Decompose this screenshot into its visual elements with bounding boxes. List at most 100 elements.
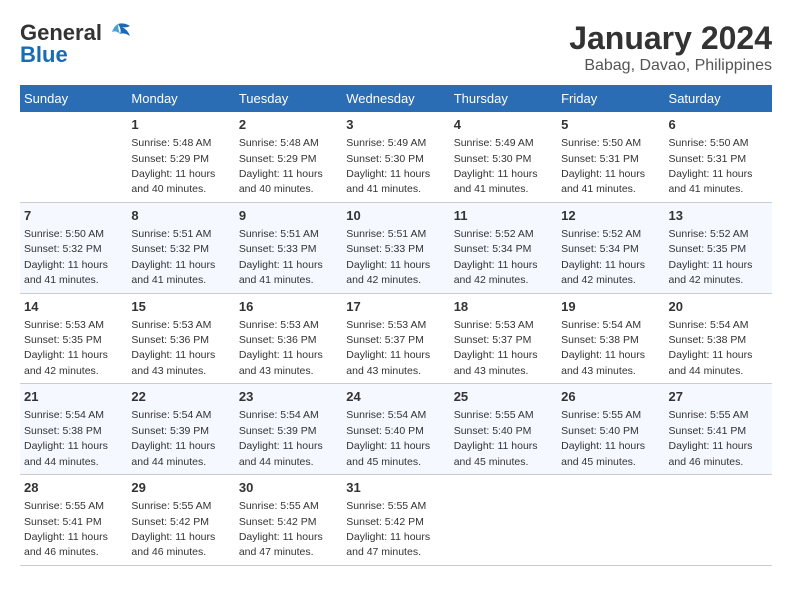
day-header-tuesday: Tuesday [235,85,342,112]
sunrise-info: Sunrise: 5:52 AMSunset: 5:35 PMDaylight:… [669,228,753,286]
calendar-cell: 29 Sunrise: 5:55 AMSunset: 5:42 PMDayligh… [127,475,234,566]
sunrise-info: Sunrise: 5:51 AMSunset: 5:33 PMDaylight:… [346,228,430,286]
sunrise-info: Sunrise: 5:55 AMSunset: 5:40 PMDaylight:… [454,409,538,467]
day-number: 4 [454,116,553,134]
logo-blue: Blue [20,42,68,68]
day-number: 2 [239,116,338,134]
sunrise-info: Sunrise: 5:54 AMSunset: 5:38 PMDaylight:… [24,409,108,467]
day-header-sunday: Sunday [20,85,127,112]
day-header-monday: Monday [127,85,234,112]
calendar-subtitle: Babag, Davao, Philippines [569,57,772,75]
sunrise-info: Sunrise: 5:54 AMSunset: 5:39 PMDaylight:… [239,409,323,467]
day-number: 25 [454,388,553,406]
sunrise-info: Sunrise: 5:54 AMSunset: 5:40 PMDaylight:… [346,409,430,467]
sunrise-info: Sunrise: 5:53 AMSunset: 5:36 PMDaylight:… [131,319,215,377]
day-header-thursday: Thursday [450,85,557,112]
day-number: 18 [454,298,553,316]
day-number: 30 [239,479,338,497]
sunrise-info: Sunrise: 5:50 AMSunset: 5:31 PMDaylight:… [669,137,753,195]
calendar-cell: 7 Sunrise: 5:50 AMSunset: 5:32 PMDaylight… [20,202,127,293]
day-number: 12 [561,207,660,225]
calendar-cell [450,475,557,566]
calendar-cell: 27 Sunrise: 5:55 AMSunset: 5:41 PMDayligh… [665,384,772,475]
day-number: 5 [561,116,660,134]
day-number: 3 [346,116,445,134]
sunrise-info: Sunrise: 5:50 AMSunset: 5:31 PMDaylight:… [561,137,645,195]
day-number: 23 [239,388,338,406]
title-block: January 2024 Babag, Davao, Philippines [569,20,772,75]
day-number: 26 [561,388,660,406]
sunrise-info: Sunrise: 5:48 AMSunset: 5:29 PMDaylight:… [239,137,323,195]
sunrise-info: Sunrise: 5:50 AMSunset: 5:32 PMDaylight:… [24,228,108,286]
day-number: 9 [239,207,338,225]
calendar-cell: 10 Sunrise: 5:51 AMSunset: 5:33 PMDayligh… [342,202,449,293]
sunrise-info: Sunrise: 5:55 AMSunset: 5:42 PMDaylight:… [239,500,323,558]
sunrise-info: Sunrise: 5:48 AMSunset: 5:29 PMDaylight:… [131,137,215,195]
calendar-cell [665,475,772,566]
calendar-cell: 18 Sunrise: 5:53 AMSunset: 5:37 PMDayligh… [450,293,557,384]
sunrise-info: Sunrise: 5:53 AMSunset: 5:37 PMDaylight:… [454,319,538,377]
calendar-cell: 25 Sunrise: 5:55 AMSunset: 5:40 PMDayligh… [450,384,557,475]
day-number: 1 [131,116,230,134]
calendar-cell: 9 Sunrise: 5:51 AMSunset: 5:33 PMDaylight… [235,202,342,293]
day-number: 19 [561,298,660,316]
calendar-cell: 8Sunrise: 5:51 AMSunset: 5:32 PMDaylight… [127,202,234,293]
day-number: 14 [24,298,123,316]
logo-bird-icon [104,22,132,44]
calendar-cell: 28 Sunrise: 5:55 AMSunset: 5:41 PMDayligh… [20,475,127,566]
calendar-cell: 17Sunrise: 5:53 AMSunset: 5:37 PMDayligh… [342,293,449,384]
calendar-cell: 21 Sunrise: 5:54 AMSunset: 5:38 PMDayligh… [20,384,127,475]
week-row-3: 14 Sunrise: 5:53 AMSunset: 5:35 PMDayligh… [20,293,772,384]
day-number: 28 [24,479,123,497]
day-number: 7 [24,207,123,225]
calendar-cell: 20Sunrise: 5:54 AMSunset: 5:38 PMDayligh… [665,293,772,384]
week-row-1: 1 Sunrise: 5:48 AMSunset: 5:29 PMDaylight… [20,112,772,202]
days-header-row: SundayMondayTuesdayWednesdayThursdayFrid… [20,85,772,112]
sunrise-info: Sunrise: 5:55 AMSunset: 5:42 PMDaylight:… [131,500,215,558]
calendar-cell: 19 Sunrise: 5:54 AMSunset: 5:38 PMDayligh… [557,293,664,384]
calendar-cell [20,112,127,202]
calendar-cell: 3Sunrise: 5:49 AMSunset: 5:30 PMDaylight… [342,112,449,202]
sunrise-info: Sunrise: 5:53 AMSunset: 5:36 PMDaylight:… [239,319,323,377]
sunrise-info: Sunrise: 5:54 AMSunset: 5:38 PMDaylight:… [561,319,645,377]
calendar-cell: 31Sunrise: 5:55 AMSunset: 5:42 PMDayligh… [342,475,449,566]
logo: General Blue [20,20,132,68]
sunrise-info: Sunrise: 5:55 AMSunset: 5:40 PMDaylight:… [561,409,645,467]
week-row-4: 21 Sunrise: 5:54 AMSunset: 5:38 PMDayligh… [20,384,772,475]
day-number: 27 [669,388,768,406]
calendar-cell: 1 Sunrise: 5:48 AMSunset: 5:29 PMDaylight… [127,112,234,202]
calendar-cell: 15 Sunrise: 5:53 AMSunset: 5:36 PMDayligh… [127,293,234,384]
day-number: 10 [346,207,445,225]
day-number: 17 [346,298,445,316]
sunrise-info: Sunrise: 5:51 AMSunset: 5:33 PMDaylight:… [239,228,323,286]
day-number: 29 [131,479,230,497]
day-number: 21 [24,388,123,406]
calendar-cell: 30 Sunrise: 5:55 AMSunset: 5:42 PMDayligh… [235,475,342,566]
calendar-cell: 16 Sunrise: 5:53 AMSunset: 5:36 PMDayligh… [235,293,342,384]
calendar-cell [557,475,664,566]
sunrise-info: Sunrise: 5:52 AMSunset: 5:34 PMDaylight:… [561,228,645,286]
day-header-wednesday: Wednesday [342,85,449,112]
calendar-cell: 12 Sunrise: 5:52 AMSunset: 5:34 PMDayligh… [557,202,664,293]
sunrise-info: Sunrise: 5:54 AMSunset: 5:39 PMDaylight:… [131,409,215,467]
day-number: 24 [346,388,445,406]
sunrise-info: Sunrise: 5:55 AMSunset: 5:41 PMDaylight:… [24,500,108,558]
sunrise-info: Sunrise: 5:52 AMSunset: 5:34 PMDaylight:… [454,228,538,286]
day-header-saturday: Saturday [665,85,772,112]
sunrise-info: Sunrise: 5:51 AMSunset: 5:32 PMDaylight:… [131,228,215,286]
day-number: 16 [239,298,338,316]
day-number: 15 [131,298,230,316]
day-number: 13 [669,207,768,225]
sunrise-info: Sunrise: 5:54 AMSunset: 5:38 PMDaylight:… [669,319,753,377]
sunrise-info: Sunrise: 5:53 AMSunset: 5:35 PMDaylight:… [24,319,108,377]
calendar-cell: 23 Sunrise: 5:54 AMSunset: 5:39 PMDayligh… [235,384,342,475]
calendar-title: January 2024 [569,20,772,57]
day-header-friday: Friday [557,85,664,112]
calendar-cell: 24 Sunrise: 5:54 AMSunset: 5:40 PMDayligh… [342,384,449,475]
calendar-cell: 26 Sunrise: 5:55 AMSunset: 5:40 PMDayligh… [557,384,664,475]
calendar-table: SundayMondayTuesdayWednesdayThursdayFrid… [20,85,772,566]
day-number: 22 [131,388,230,406]
week-row-2: 7 Sunrise: 5:50 AMSunset: 5:32 PMDaylight… [20,202,772,293]
sunrise-info: Sunrise: 5:55 AMSunset: 5:41 PMDaylight:… [669,409,753,467]
day-number: 6 [669,116,768,134]
